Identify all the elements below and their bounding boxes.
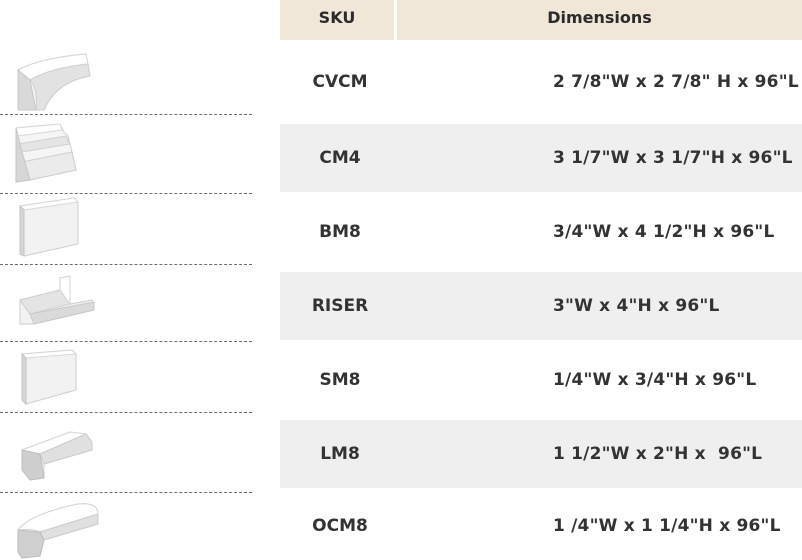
crown-molding-4-icon bbox=[15, 123, 77, 183]
dimensions-cell: 1 1/2"W x 2"H x 96"L bbox=[553, 444, 763, 464]
sku-cell: OCM8 bbox=[312, 516, 368, 536]
dimensions-cell: 1 /4"W x 1 1/4"H x 96"L bbox=[553, 516, 781, 536]
row-divider bbox=[0, 114, 252, 115]
sku-cell: CVCM bbox=[312, 72, 368, 92]
row-divider bbox=[0, 341, 252, 342]
table-row: RISER 3"W x 4"H x 96"L bbox=[280, 272, 802, 340]
sku-cell: BM8 bbox=[319, 222, 361, 242]
row-divider bbox=[0, 412, 252, 413]
outside-corner-molding-icon bbox=[16, 503, 99, 559]
sku-cell: LM8 bbox=[320, 444, 360, 464]
table-row: LM8 1 1/2"W x 2"H x 96"L bbox=[280, 420, 802, 488]
crown-molding-icon bbox=[17, 53, 91, 111]
table-row: OCM8 1 /4"W x 1 1/4"H x 96"L bbox=[280, 492, 802, 560]
dimensions-cell: 3/4"W x 4 1/2"H x 96"L bbox=[553, 222, 775, 242]
dimensions-cell: 3 1/7"W x 3 1/7"H x 96"L bbox=[553, 148, 793, 168]
sku-cell: RISER bbox=[311, 296, 369, 316]
row-divider bbox=[0, 193, 252, 194]
table-row: SM8 1/4"W x 3/4"H x 96"L bbox=[280, 346, 802, 414]
sku-cell: SM8 bbox=[319, 370, 361, 390]
table-row: CVCM 2 7/8"W x 2 7/8" H x 96"L bbox=[280, 48, 802, 116]
riser-icon bbox=[19, 275, 95, 325]
base-molding-icon bbox=[18, 197, 80, 257]
dimensions-column-header: Dimensions bbox=[397, 0, 802, 40]
table-row: BM8 3/4"W x 4 1/2"H x 96"L bbox=[280, 198, 802, 266]
dimensions-cell: 1/4"W x 3/4"H x 96"L bbox=[553, 370, 757, 390]
sku-column-header: SKU bbox=[280, 0, 394, 40]
scribe-molding-icon bbox=[20, 349, 78, 406]
dimensions-cell: 3"W x 4"H x 96"L bbox=[553, 296, 720, 316]
row-divider bbox=[0, 492, 252, 493]
row-divider bbox=[0, 264, 252, 265]
table-row: CM4 3 1/7"W x 3 1/7"H x 96"L bbox=[280, 124, 802, 192]
light-rail-molding-icon bbox=[20, 431, 93, 481]
dimensions-cell: 2 7/8"W x 2 7/8" H x 96"L bbox=[553, 72, 799, 92]
sku-cell: CM4 bbox=[319, 148, 361, 168]
